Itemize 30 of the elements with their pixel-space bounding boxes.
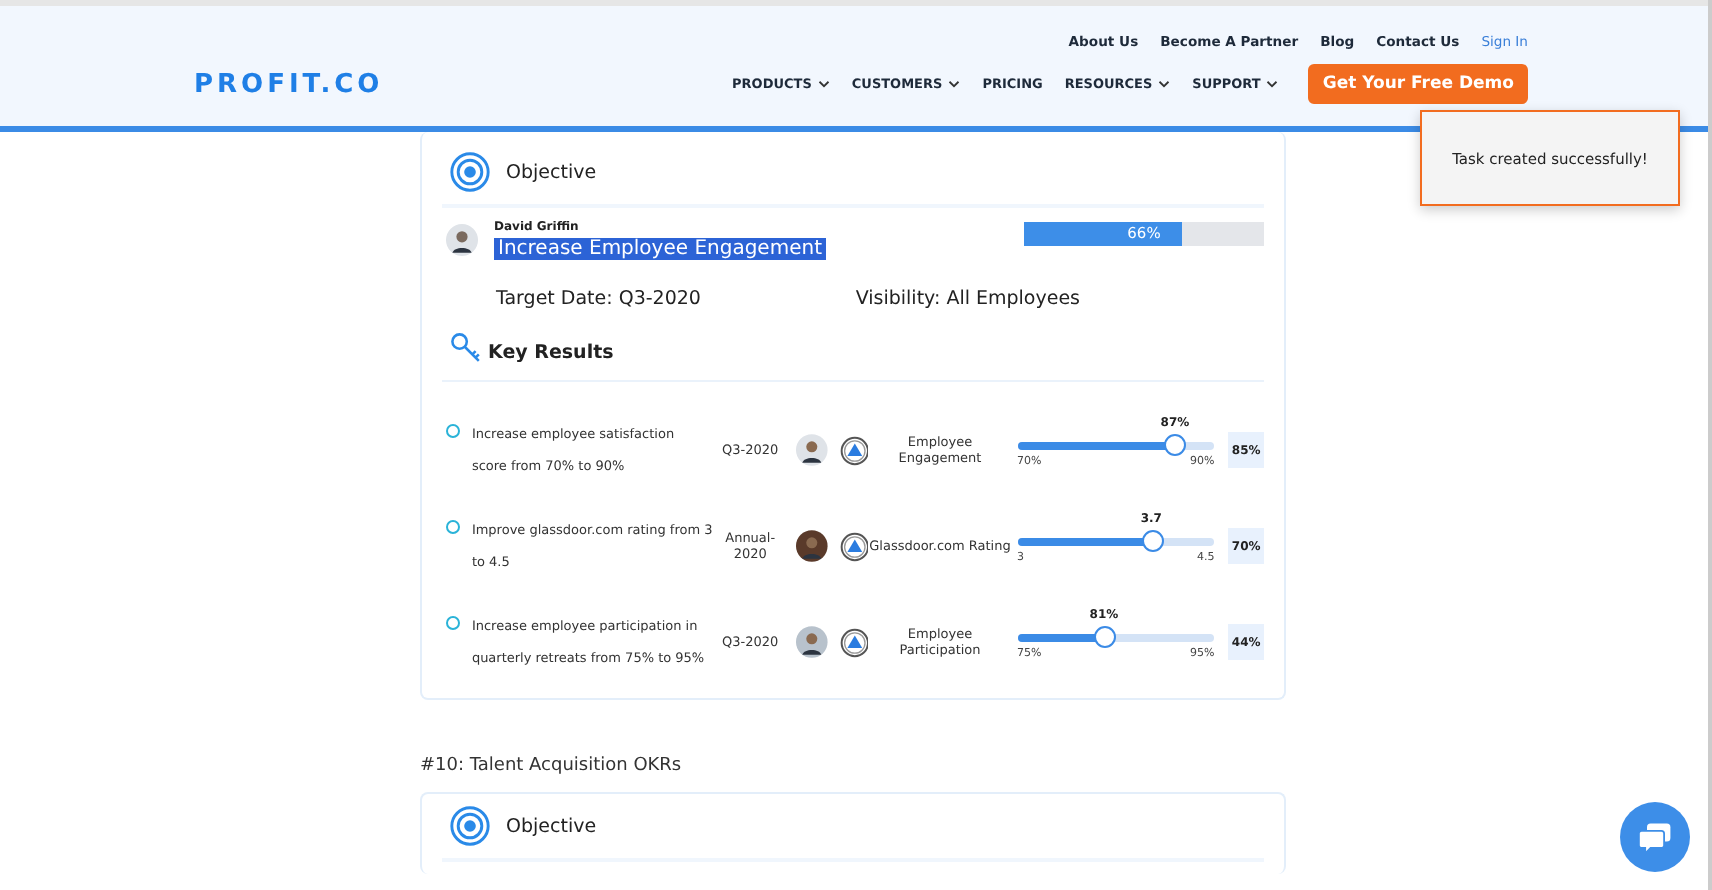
triangle-icon xyxy=(839,627,869,657)
objective-title: Increase Employee Engagement xyxy=(494,238,826,260)
avatar xyxy=(795,434,828,466)
target-icon xyxy=(450,152,490,192)
triangle-icon xyxy=(839,435,869,465)
chat-icon xyxy=(1637,819,1673,855)
chevron-down-icon xyxy=(1158,80,1171,88)
target-date: Target Date: Q3-2020 xyxy=(496,288,701,310)
chevron-down-icon xyxy=(1266,80,1279,88)
section-heading: #10: Talent Acquisition OKRs xyxy=(420,756,684,776)
avatar xyxy=(446,224,478,256)
logo[interactable]: PROFIT.CO xyxy=(194,70,384,100)
objective-heading: Objective xyxy=(506,161,597,183)
chat-button[interactable] xyxy=(1620,802,1690,872)
radio-button[interactable] xyxy=(446,520,460,534)
radio-button[interactable] xyxy=(446,616,460,630)
target-icon xyxy=(450,806,490,846)
chevron-down-icon xyxy=(948,80,961,88)
key-results-heading: Key Results xyxy=(488,342,614,364)
visibility: Visibility: All Employees xyxy=(855,288,1080,310)
avatar xyxy=(795,626,828,658)
key-icon xyxy=(450,332,482,364)
triangle-icon xyxy=(839,531,869,561)
objective-heading: Objective xyxy=(506,815,597,837)
slider-thumb[interactable] xyxy=(1141,529,1164,551)
slider-thumb[interactable] xyxy=(1093,625,1116,647)
slider-thumb[interactable] xyxy=(1164,433,1187,455)
chevron-down-icon xyxy=(817,80,830,88)
avatar xyxy=(795,530,828,562)
radio-button[interactable] xyxy=(446,424,460,438)
